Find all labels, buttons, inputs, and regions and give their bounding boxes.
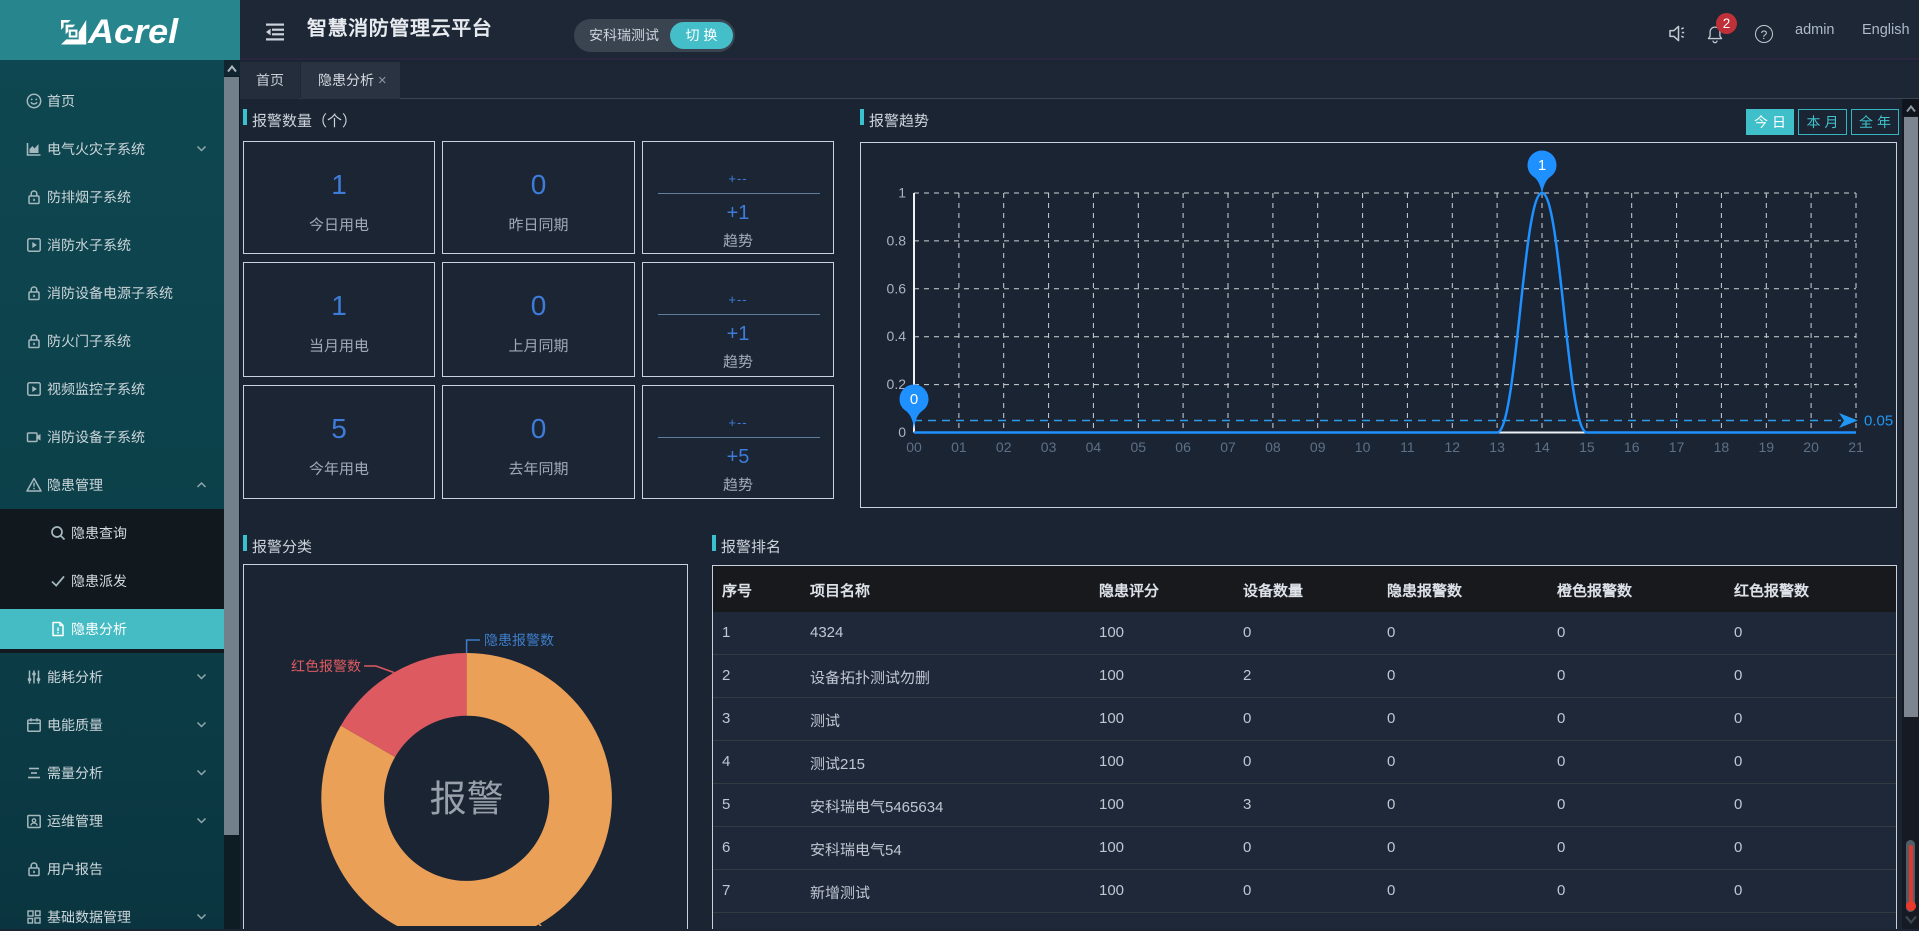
svg-text:16: 16: [1624, 439, 1640, 455]
svg-text:隐患报警数: 隐患报警数: [484, 632, 554, 648]
svg-text:00: 00: [906, 439, 922, 455]
svg-text:12: 12: [1445, 439, 1461, 455]
svg-text:20: 20: [1803, 439, 1819, 455]
svg-text:06: 06: [1175, 439, 1191, 455]
svg-text:0: 0: [910, 391, 918, 408]
svg-text:10: 10: [1355, 439, 1371, 455]
svg-text:03: 03: [1041, 439, 1057, 455]
svg-text:0.4: 0.4: [887, 328, 907, 344]
svg-text:红色报警数: 红色报警数: [291, 658, 361, 674]
svg-text:0.8: 0.8: [887, 232, 907, 248]
svg-text:01: 01: [951, 439, 967, 455]
svg-text:0.05: 0.05: [1864, 413, 1893, 430]
svg-text:05: 05: [1131, 439, 1147, 455]
svg-text:14: 14: [1534, 439, 1550, 455]
svg-text:04: 04: [1086, 439, 1102, 455]
svg-text:08: 08: [1265, 439, 1281, 455]
svg-text:17: 17: [1669, 439, 1685, 455]
svg-text:09: 09: [1310, 439, 1326, 455]
svg-text:02: 02: [996, 439, 1012, 455]
svg-text:15: 15: [1579, 439, 1595, 455]
svg-text:19: 19: [1759, 439, 1775, 455]
svg-text:07: 07: [1220, 439, 1236, 455]
svg-text:1: 1: [898, 185, 906, 201]
svg-text:21: 21: [1848, 439, 1864, 455]
svg-text:1: 1: [1538, 157, 1546, 174]
svg-text:18: 18: [1714, 439, 1730, 455]
svg-text:0.6: 0.6: [887, 280, 907, 296]
svg-text:13: 13: [1489, 439, 1505, 455]
svg-text:报警: 报警: [430, 778, 504, 819]
svg-text:11: 11: [1400, 439, 1415, 455]
svg-text:0: 0: [898, 424, 906, 440]
